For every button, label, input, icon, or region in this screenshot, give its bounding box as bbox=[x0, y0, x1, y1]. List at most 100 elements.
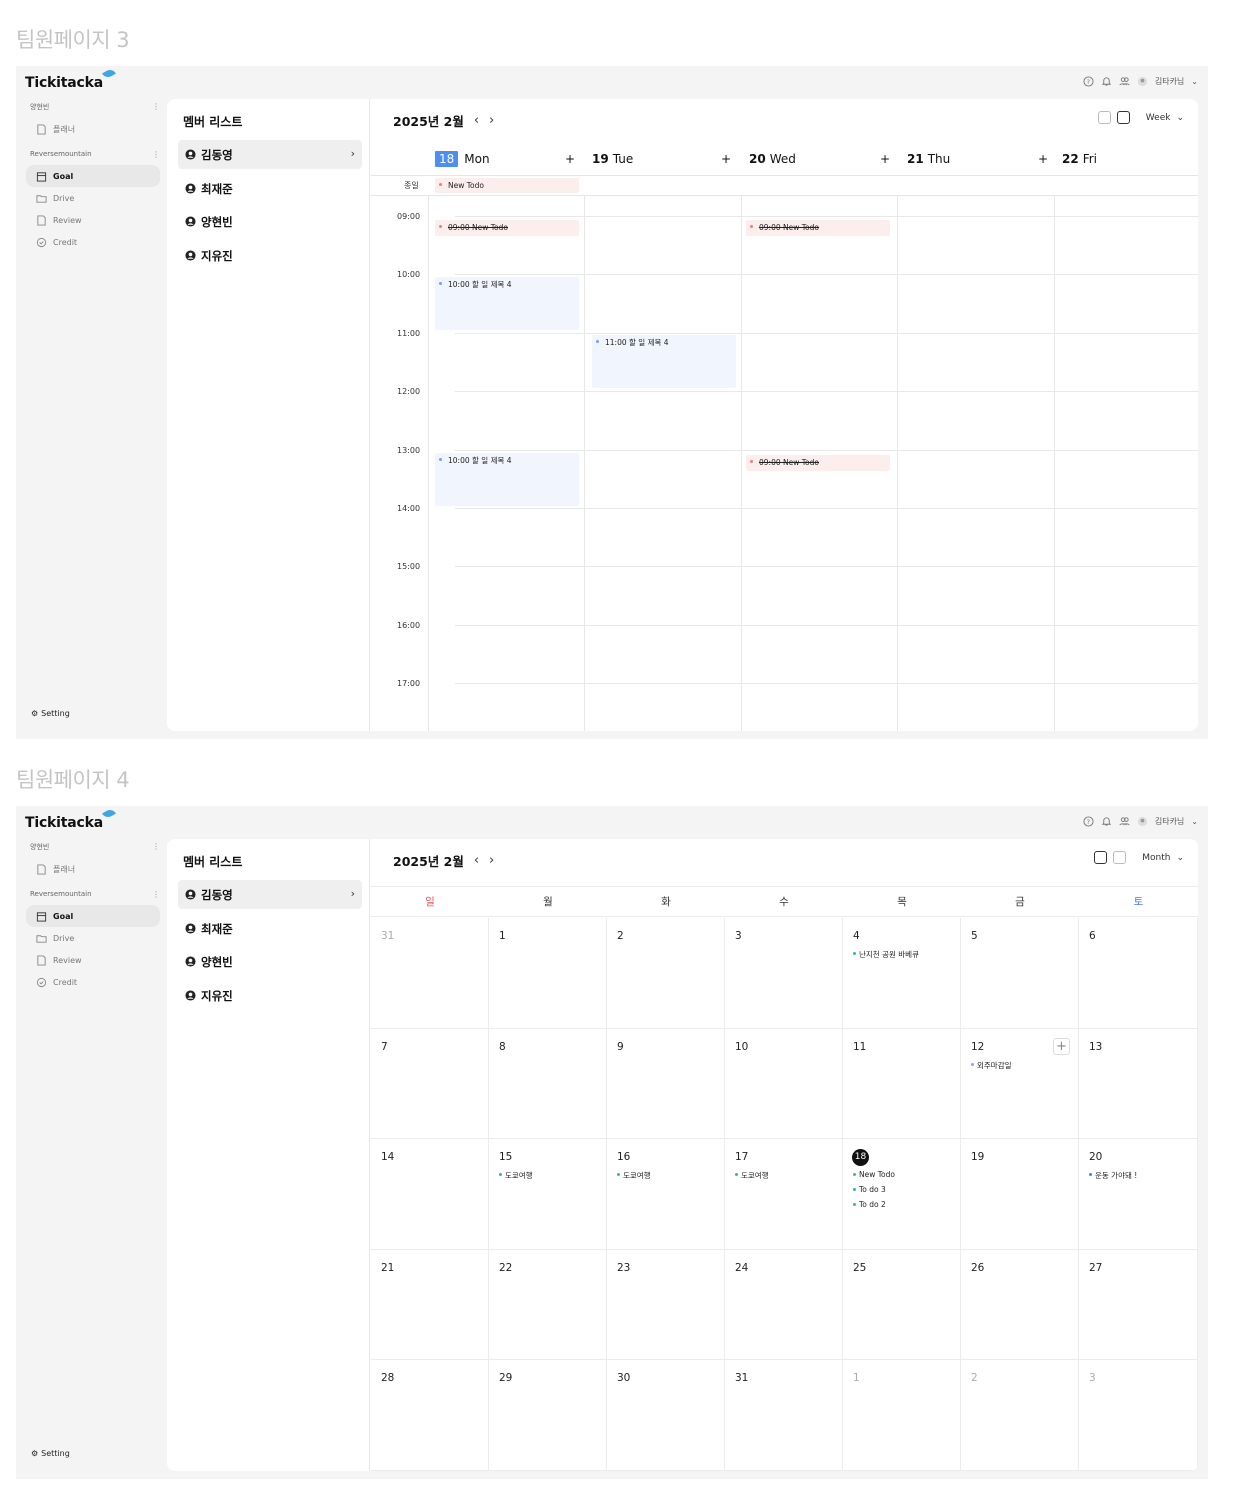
day-cell[interactable]: 1 bbox=[489, 918, 607, 1029]
day-cell[interactable]: 23 bbox=[607, 1249, 725, 1361]
logo[interactable]: Tickitacka bbox=[25, 807, 116, 831]
day-header[interactable]: 18 Mon bbox=[435, 141, 490, 176]
event-item[interactable]: 운동 가야돼 ! bbox=[1089, 1170, 1137, 1181]
day-header[interactable]: 19 Tue bbox=[592, 141, 633, 176]
sidebar-item-planner[interactable]: 플래너 bbox=[26, 858, 160, 880]
day-cell[interactable]: 2 bbox=[961, 1360, 1079, 1471]
day-cell[interactable]: 28 bbox=[371, 1360, 489, 1471]
chevron-left-icon[interactable]: ‹ bbox=[474, 113, 479, 128]
sidebar-item-credit[interactable]: Credit bbox=[26, 971, 160, 993]
day-cell[interactable]: 4 난지천 공원 바베큐 bbox=[843, 918, 961, 1029]
day-cell[interactable]: 19 bbox=[961, 1139, 1079, 1250]
event-chip[interactable]: 09:00 New Todo bbox=[746, 455, 890, 471]
day-cell[interactable]: 25 bbox=[843, 1249, 961, 1361]
sidebar-item-drive[interactable]: Drive bbox=[26, 187, 160, 209]
chevron-down-icon[interactable]: ⌄ bbox=[1191, 817, 1198, 826]
avatar-icon[interactable] bbox=[1137, 76, 1148, 87]
view-dropdown[interactable]: Month bbox=[1142, 853, 1170, 863]
event-block[interactable]: 11:00 할 일 제목 4 bbox=[592, 335, 736, 388]
day-cell[interactable]: 1 bbox=[843, 1360, 961, 1471]
more-icon[interactable]: ⋮ bbox=[152, 102, 160, 112]
calendar-view-icon[interactable] bbox=[1116, 111, 1130, 124]
list-view-icon[interactable] bbox=[1097, 111, 1111, 124]
sidebar-item-goal[interactable]: Goal bbox=[26, 165, 160, 187]
day-header[interactable]: 21 Thu bbox=[907, 141, 950, 176]
day-cell[interactable]: 27 bbox=[1079, 1249, 1198, 1361]
view-dropdown[interactable]: Week bbox=[1146, 113, 1171, 123]
people-icon[interactable] bbox=[1119, 76, 1130, 87]
event-item[interactable]: 도쿄여행 bbox=[617, 1170, 651, 1181]
day-cell[interactable]: 31 bbox=[371, 918, 489, 1029]
event-item[interactable]: 난지천 공원 바베큐 bbox=[853, 949, 919, 960]
chevron-right-icon[interactable]: › bbox=[489, 853, 494, 868]
chevron-down-icon[interactable]: ⌄ bbox=[1191, 77, 1198, 86]
day-cell[interactable]: 5 bbox=[961, 918, 1079, 1029]
member-item[interactable]: 김동영 › bbox=[178, 140, 362, 169]
logo[interactable]: Tickitacka bbox=[25, 67, 116, 91]
day-cell[interactable]: 9 bbox=[607, 1028, 725, 1140]
day-cell[interactable]: 3 bbox=[1079, 1360, 1198, 1471]
more-icon[interactable]: ⋮ bbox=[152, 890, 160, 899]
chevron-down-icon[interactable]: ⌄ bbox=[1176, 853, 1184, 863]
day-cell[interactable]: 30 bbox=[607, 1360, 725, 1471]
help-icon[interactable]: ? bbox=[1083, 816, 1094, 827]
setting-button[interactable]: ⚙ Setting bbox=[31, 709, 70, 718]
event-item[interactable]: 도쿄여행 bbox=[499, 1170, 533, 1181]
sidebar-item-review[interactable]: Review bbox=[26, 949, 160, 971]
day-cell[interactable]: 13 bbox=[1079, 1028, 1198, 1140]
chevron-left-icon[interactable]: ‹ bbox=[474, 853, 479, 868]
day-cell[interactable]: 31 bbox=[725, 1360, 843, 1471]
day-cell[interactable]: 24 bbox=[725, 1249, 843, 1361]
member-item[interactable]: 최재준 bbox=[178, 914, 362, 943]
member-item[interactable]: 지유진 bbox=[178, 241, 362, 270]
add-event-icon[interactable]: + bbox=[1053, 1037, 1070, 1055]
list-view-icon[interactable] bbox=[1094, 851, 1108, 864]
sidebar-item-planner[interactable]: 플래너 bbox=[26, 118, 160, 140]
user-name[interactable]: 김타카님 bbox=[1155, 816, 1184, 827]
day-cell[interactable]: 15 도쿄여행 bbox=[489, 1139, 607, 1250]
member-item[interactable]: 최재준 bbox=[178, 174, 362, 203]
event-block[interactable]: 10:00 할 일 제목 4 bbox=[435, 277, 579, 330]
avatar-icon[interactable] bbox=[1137, 816, 1148, 827]
more-icon[interactable]: ⋮ bbox=[152, 150, 160, 159]
event-chip[interactable]: New Todo bbox=[435, 178, 579, 193]
day-header[interactable]: 20 Wed bbox=[749, 141, 796, 176]
more-icon[interactable]: ⋮ bbox=[152, 842, 160, 852]
member-item[interactable]: 양현빈 bbox=[178, 207, 362, 236]
bell-icon[interactable] bbox=[1101, 76, 1112, 87]
day-cell[interactable]: 18 New Todo To do 3 To do 2 bbox=[843, 1139, 961, 1250]
sidebar-item-review[interactable]: Review bbox=[26, 209, 160, 231]
day-header[interactable]: 22 Fri bbox=[1062, 141, 1097, 176]
day-cell[interactable]: 8 bbox=[489, 1028, 607, 1140]
day-cell[interactable]: 21 bbox=[371, 1249, 489, 1361]
day-cell[interactable]: 7 bbox=[371, 1028, 489, 1140]
day-cell[interactable]: 14 bbox=[371, 1139, 489, 1250]
member-item[interactable]: 김동영 › bbox=[178, 880, 362, 909]
day-cell[interactable]: 16 도쿄여행 bbox=[607, 1139, 725, 1250]
sidebar-item-drive[interactable]: Drive bbox=[26, 927, 160, 949]
event-item[interactable]: To do 2 bbox=[853, 1200, 886, 1209]
day-cell[interactable]: 12 + 외주마감일 bbox=[961, 1028, 1079, 1140]
chevron-right-icon[interactable]: › bbox=[489, 113, 494, 128]
event-item[interactable]: New Todo bbox=[853, 1170, 895, 1179]
event-block[interactable]: 10:00 할 일 제목 4 bbox=[435, 453, 579, 506]
member-item[interactable]: 양현빈 bbox=[178, 947, 362, 976]
event-chip[interactable]: 09:00 New Todo bbox=[435, 220, 579, 236]
day-cell[interactable]: 22 bbox=[489, 1249, 607, 1361]
day-cell[interactable]: 20 운동 가야돼 ! bbox=[1079, 1139, 1198, 1250]
day-cell[interactable]: 11 bbox=[843, 1028, 961, 1140]
sidebar-item-credit[interactable]: Credit bbox=[26, 231, 160, 253]
day-cell[interactable]: 29 bbox=[489, 1360, 607, 1471]
sidebar-item-goal[interactable]: Goal bbox=[26, 905, 160, 927]
add-event-icon[interactable]: + bbox=[880, 141, 890, 176]
day-cell[interactable]: 10 bbox=[725, 1028, 843, 1140]
add-event-icon[interactable]: + bbox=[565, 141, 575, 176]
add-event-icon[interactable]: + bbox=[1038, 141, 1048, 176]
day-cell[interactable]: 3 bbox=[725, 918, 843, 1029]
help-icon[interactable]: ? bbox=[1083, 76, 1094, 87]
setting-button[interactable]: ⚙ Setting bbox=[31, 1449, 70, 1458]
chevron-down-icon[interactable]: ⌄ bbox=[1176, 113, 1184, 123]
calendar-view-icon[interactable] bbox=[1113, 851, 1127, 864]
day-cell[interactable]: 2 bbox=[607, 918, 725, 1029]
event-item[interactable]: 도쿄여행 bbox=[735, 1170, 769, 1181]
